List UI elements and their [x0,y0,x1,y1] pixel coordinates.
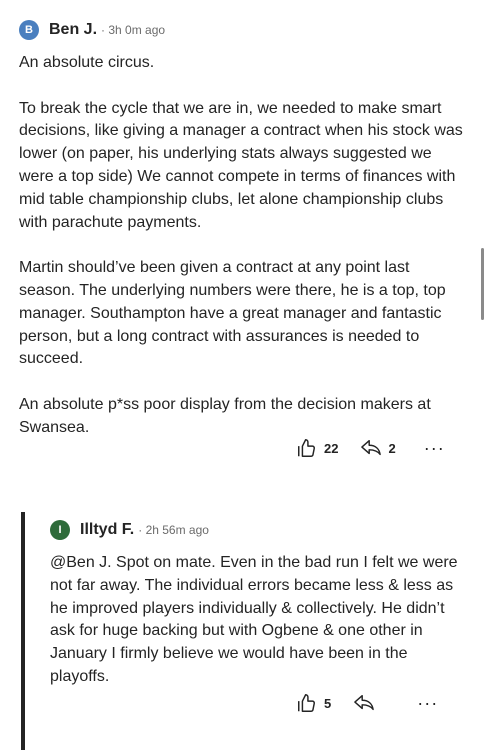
comment-header: I Illtyd F. · 2h 56m ago [50,520,209,540]
like-count: 5 [324,695,332,711]
comment-body: @Ben J. Spot on mate. Even in the bad ru… [50,552,462,712]
comment-header: B Ben J. · 3h 0m ago [19,20,165,40]
comment-actions: 22 2 ··· [296,437,445,459]
more-dots-icon[interactable]: ··· [417,694,438,712]
comment-time: · 2h 56m ago [138,523,209,537]
like-button[interactable]: 22 [296,437,338,459]
reply-button[interactable]: 2 [360,438,396,458]
more-dots-icon[interactable]: ··· [424,439,445,457]
avatar[interactable]: B [19,20,39,40]
like-count: 22 [324,440,339,456]
thread-line [21,512,25,750]
reply-icon [361,440,382,456]
comment-paragraph: @Ben J. Spot on mate. Even in the bad ru… [50,554,458,685]
comment-paragraph: To break the cycle that we are in, we ne… [19,99,463,231]
avatar[interactable]: I [50,520,70,540]
reply-icon [354,695,375,711]
comment-paragraph: Martin should’ve been given a contract a… [19,259,446,368]
reply-count: 2 [388,440,396,456]
author-name[interactable]: Illtyd F. [80,521,134,539]
like-button[interactable]: 5 [296,692,331,714]
comment-body: An absolute circus. To break the cycle t… [19,52,469,462]
comment-paragraph: An absolute p*ss poor display from the d… [19,395,431,436]
clap-icon [298,694,315,712]
scrollbar[interactable] [481,248,484,320]
reply-button[interactable] [353,693,381,713]
clap-icon [298,439,315,457]
comment-time: · 3h 0m ago [101,23,166,37]
comment-actions: 5 ··· [296,692,438,714]
author-name[interactable]: Ben J. [49,21,97,39]
comment-paragraph: An absolute circus. [19,54,155,71]
